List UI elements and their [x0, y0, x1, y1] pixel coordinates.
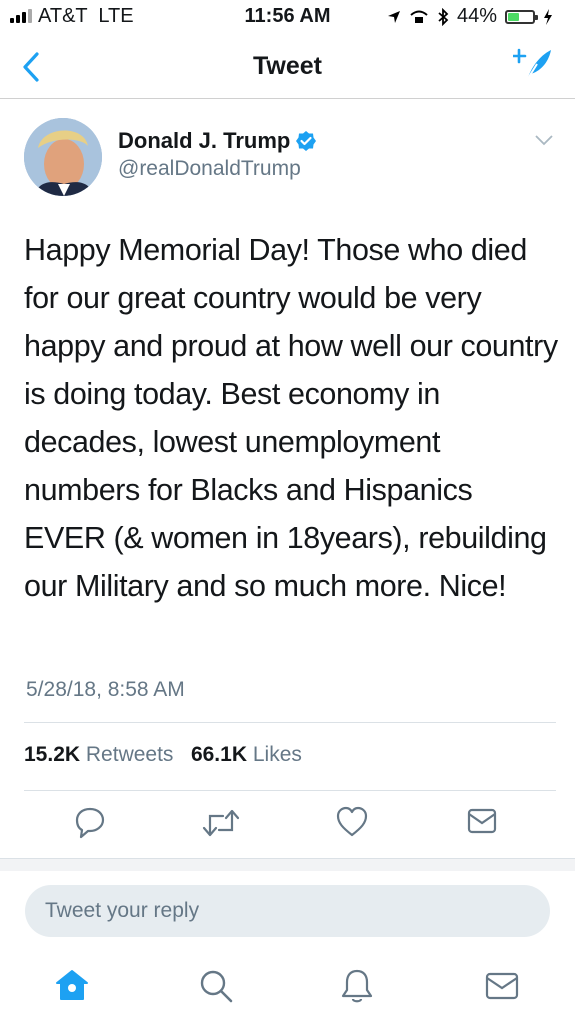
location-icon	[387, 10, 400, 23]
author-name-row[interactable]: Donald J. Trump	[118, 128, 317, 154]
status-bar: AT&T LTE 11:56 AM 44%	[0, 0, 575, 34]
compose-tweet-icon[interactable]	[513, 46, 553, 82]
retweets-label: Retweets	[85, 743, 174, 766]
like-icon[interactable]	[335, 806, 369, 838]
search-icon[interactable]	[198, 968, 234, 1004]
notifications-icon[interactable]	[340, 968, 374, 1004]
avatar[interactable]	[24, 118, 102, 196]
reply-input[interactable]: Tweet your reply	[25, 885, 550, 937]
charging-bolt-icon	[544, 8, 552, 25]
author-handle[interactable]: @realDonaldTrump	[118, 157, 301, 181]
navigation-bar: Tweet	[0, 34, 575, 99]
likes-label: Likes	[252, 743, 302, 766]
retweets-stat[interactable]: 15.2K Retweets	[24, 743, 173, 766]
likes-stat[interactable]: 66.1K Likes	[191, 743, 302, 766]
avatar-image	[24, 118, 102, 196]
verified-badge-icon	[296, 131, 317, 151]
retweet-icon[interactable]	[201, 806, 241, 840]
author-name[interactable]: Donald J. Trump	[118, 128, 290, 154]
home-icon[interactable]	[54, 968, 90, 1002]
tab-bar	[0, 958, 575, 1024]
dm-icon[interactable]	[466, 806, 498, 836]
battery-percent: 44%	[456, 5, 497, 27]
page-title: Tweet	[253, 52, 322, 80]
tweet-stats: 15.2K Retweets 66.1K Likes	[24, 743, 302, 767]
caret-down-icon[interactable]	[535, 134, 553, 146]
tweet-timestamp: 5/28/18, 8:58 AM	[26, 678, 185, 701]
reply-icon[interactable]	[74, 806, 106, 840]
messages-icon[interactable]	[484, 970, 520, 1002]
divider	[24, 722, 556, 723]
status-right-group: 44%	[387, 5, 553, 28]
battery-icon	[505, 9, 538, 24]
tweet-actions	[0, 806, 575, 846]
tweet-text: Happy Memorial Day! Those who died for o…	[24, 233, 558, 603]
divider	[24, 790, 556, 791]
wifi-calling-icon	[410, 10, 428, 23]
retweets-count: 15.2K	[24, 743, 81, 766]
bluetooth-icon	[438, 7, 449, 26]
likes-count: 66.1K	[190, 743, 247, 766]
section-divider	[0, 858, 575, 871]
